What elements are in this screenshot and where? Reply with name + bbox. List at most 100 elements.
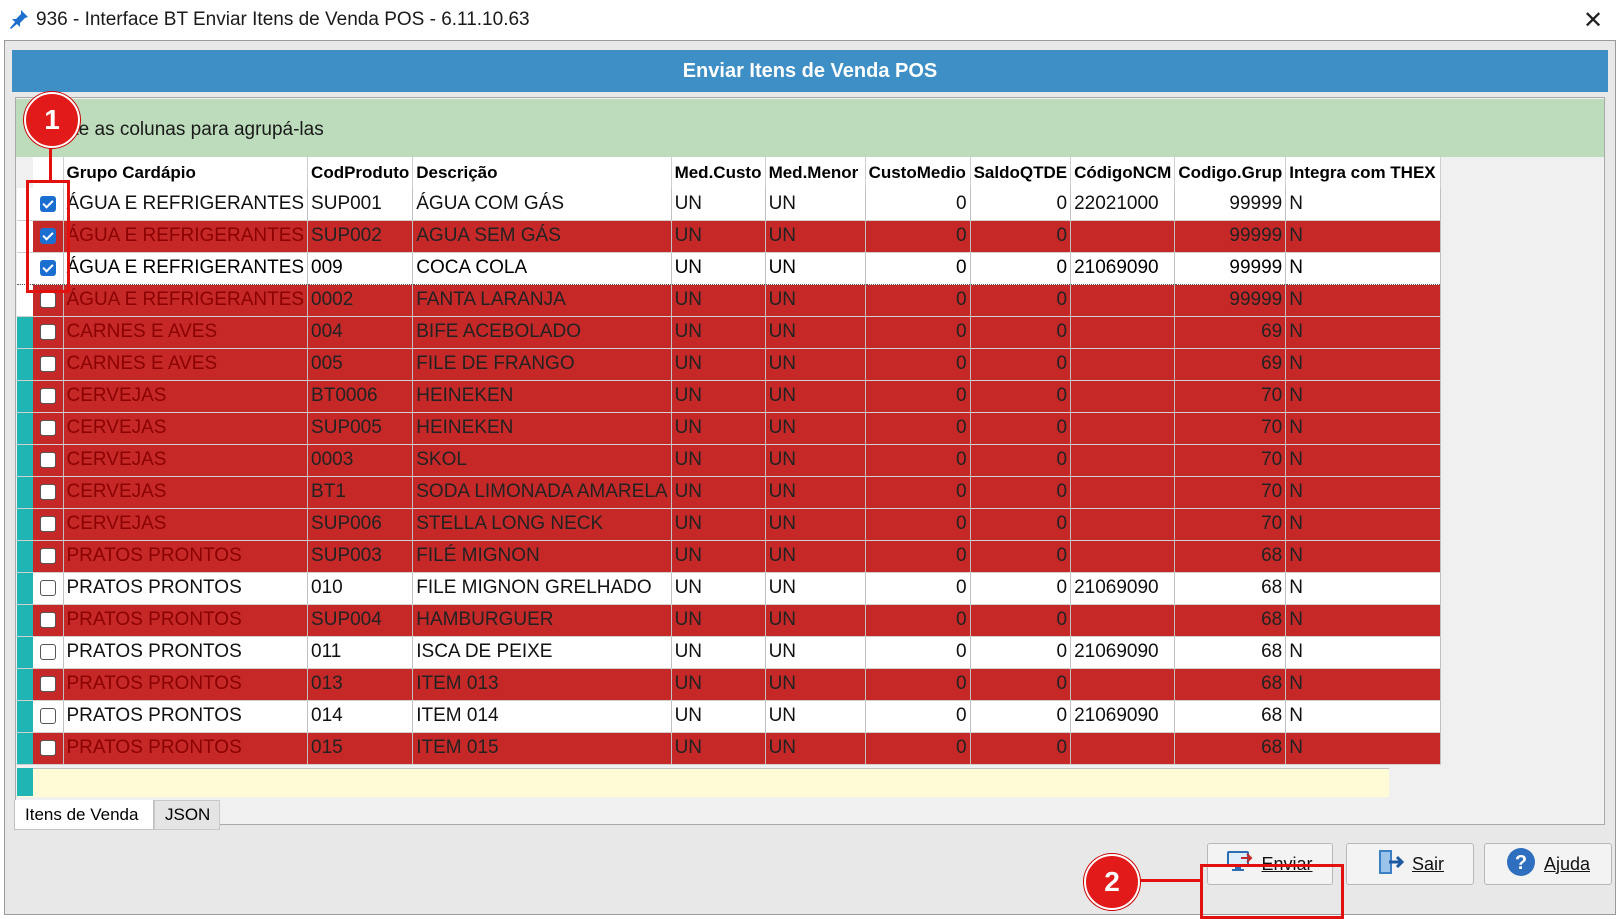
- cell-cgrup: 70: [1174, 444, 1287, 477]
- cell-cgrup: 99999: [1174, 220, 1287, 253]
- cell-medm: UN: [765, 476, 866, 509]
- table-row[interactable]: PRATOS PRONTOS 010 FILE MIGNON GRELHADO UN U…: [17, 572, 1442, 605]
- row-indicator: [17, 316, 33, 349]
- row-checkbox[interactable]: [39, 675, 56, 692]
- tab-itens-de-venda[interactable]: Itens de Venda: [14, 800, 154, 830]
- cell-grupo: PRATOS PRONTOS: [63, 636, 309, 669]
- row-indicator: [17, 348, 33, 381]
- cell-custo: 0: [865, 572, 971, 605]
- row-checkbox[interactable]: [39, 643, 56, 660]
- cell-ncm: 21069090: [1070, 251, 1176, 285]
- row-checkbox[interactable]: [39, 483, 56, 500]
- table-row[interactable]: CERVEJAS BT0006 HEINEKEN UN UN 0 0 70 N: [17, 380, 1442, 413]
- close-button[interactable]: ✕: [1566, 0, 1620, 40]
- cell-grupo: PRATOS PRONTOS: [63, 572, 309, 605]
- table-row[interactable]: PRATOS PRONTOS 013 ITEM 013 UN UN 0 0 68 N: [17, 668, 1442, 701]
- cell-cgrup: 68: [1174, 604, 1287, 637]
- column-header-customedio[interactable]: CustoMedio: [865, 157, 971, 188]
- cell-ncm: [1070, 316, 1176, 349]
- row-checkbox[interactable]: [39, 451, 56, 468]
- table-row[interactable]: CERVEJAS SUP005 HEINEKEN UN UN 0 0 70 N: [17, 412, 1442, 445]
- table-row[interactable]: PRATOS PRONTOS SUP004 HAMBURGUER UN UN 0 0 68 N: [17, 604, 1442, 637]
- cell-cod: SUP005: [307, 412, 414, 445]
- cell-saldo: 0: [970, 380, 1072, 413]
- tab-json[interactable]: JSON: [154, 800, 220, 830]
- cell-cgrup: 99999: [1174, 284, 1287, 317]
- cell-saldo: 0: [970, 444, 1072, 477]
- row-select-cell: [33, 604, 64, 637]
- annotation-box-enviar: [1200, 864, 1344, 919]
- sair-button[interactable]: Sair: [1346, 843, 1474, 885]
- row-checkbox[interactable]: [39, 291, 56, 308]
- table-row[interactable]: CERVEJAS SUP006 STELLA LONG NECK UN UN 0 0 70 N: [17, 508, 1442, 541]
- row-checkbox[interactable]: [39, 547, 56, 564]
- ajuda-button[interactable]: ? Ajuda: [1484, 843, 1612, 885]
- table-row[interactable]: CARNES E AVES 004 BIFE ACEBOLADO UN UN 0 0 69 N: [17, 316, 1442, 349]
- table-row[interactable]: ÁGUA E REFRIGERANTES SUP002 AGUA SEM GÁS UN…: [17, 220, 1442, 253]
- table-row[interactable]: PRATOS PRONTOS 011 ISCA DE PEIXE UN UN 0 0 2106…: [17, 636, 1442, 669]
- svg-text:?: ?: [1515, 852, 1527, 874]
- cell-cod: 009: [307, 251, 414, 285]
- table-row[interactable]: ÁGUA E REFRIGERANTES 0002 FANTA LARANJA UN U…: [17, 284, 1442, 317]
- row-checkbox[interactable]: [39, 323, 56, 340]
- row-select-cell: [33, 380, 64, 413]
- row-checkbox[interactable]: [39, 387, 56, 404]
- cell-cgrup: 68: [1174, 572, 1287, 605]
- column-header-descricao[interactable]: Descrição: [412, 157, 672, 188]
- cell-medm: UN: [765, 412, 866, 445]
- column-header-codigoncm[interactable]: CódigoNCM: [1070, 157, 1176, 188]
- row-indicator: [17, 604, 33, 637]
- table-row[interactable]: ÁGUA E REFRIGERANTES SUP001 ÁGUA COM GÁS UN…: [17, 188, 1442, 221]
- table-row[interactable]: CERVEJAS 0003 SKOL UN UN 0 0 70 N: [17, 444, 1442, 477]
- cell-ncm: [1070, 476, 1176, 509]
- row-checkbox[interactable]: [39, 579, 56, 596]
- table-row[interactable]: PRATOS PRONTOS 014 ITEM 014 UN UN 0 0 21069090 6…: [17, 700, 1442, 733]
- cell-desc: FILE DE FRANGO: [412, 348, 672, 381]
- cell-medc: UN: [671, 668, 766, 701]
- row-checkbox[interactable]: [39, 419, 56, 436]
- column-header-medcusto[interactable]: Med.Custo: [671, 157, 766, 188]
- row-indicator: [17, 508, 33, 541]
- row-select-cell: [33, 668, 64, 701]
- row-checkbox[interactable]: [39, 707, 56, 724]
- cell-cgrup: 70: [1174, 508, 1287, 541]
- cell-custo: 0: [865, 251, 971, 285]
- cell-medm: UN: [765, 604, 866, 637]
- row-checkbox[interactable]: [39, 739, 56, 756]
- column-header-codproduto[interactable]: CodProduto: [307, 157, 414, 188]
- cell-thex: N: [1285, 700, 1442, 733]
- table-row[interactable]: ÁGUA E REFRIGERANTES 009 COCA COLA UN UN 0 0 21…: [17, 251, 1442, 285]
- cell-medm: UN: [765, 251, 866, 285]
- row-select-cell: [33, 476, 64, 509]
- table-row[interactable]: CARNES E AVES 005 FILE DE FRANGO UN UN 0 0 69 N: [17, 348, 1442, 381]
- cell-desc: BIFE ACEBOLADO: [412, 316, 672, 349]
- cell-cgrup: 68: [1174, 540, 1287, 573]
- row-checkbox[interactable]: [39, 611, 56, 628]
- column-header-codigogrup[interactable]: Codigo.Grup: [1174, 157, 1287, 188]
- table-row[interactable]: CERVEJAS BT1 SODA LIMONADA AMARELA UN UN 0 0 70…: [17, 476, 1442, 509]
- cell-grupo: ÁGUA E REFRIGERANTES: [63, 220, 309, 253]
- annotation-box-checkboxes: [26, 180, 70, 293]
- cell-cod: 0002: [307, 284, 414, 317]
- row-checkbox[interactable]: [39, 355, 56, 372]
- row-indicator: [17, 732, 33, 765]
- row-indicator: [17, 444, 33, 477]
- cell-thex: N: [1285, 316, 1442, 349]
- cell-custo: 0: [865, 316, 971, 349]
- annotation-connector-1: [49, 145, 52, 181]
- table-row[interactable]: PRATOS PRONTOS 015 ITEM 015 UN UN 0 0 68 N: [17, 732, 1442, 765]
- cell-saldo: 0: [970, 508, 1072, 541]
- column-header-medmenor[interactable]: Med.Menor: [765, 157, 866, 188]
- table-row[interactable]: PRATOS PRONTOS SUP003 FILÉ MIGNON UN UN 0 0 68 N: [17, 540, 1442, 573]
- column-header-grupo[interactable]: Grupo Cardápio: [63, 157, 309, 188]
- cell-custo: 0: [865, 732, 971, 765]
- cell-cgrup: 69: [1174, 348, 1287, 381]
- cell-grupo: PRATOS PRONTOS: [63, 604, 309, 637]
- row-checkbox[interactable]: [39, 515, 56, 532]
- column-header-saldoqtde[interactable]: SaldoQTDE: [970, 157, 1072, 188]
- cell-cod: SUP002: [307, 220, 414, 253]
- row-select-cell: [33, 316, 64, 349]
- cell-thex: N: [1285, 348, 1442, 381]
- column-header-integra-thex[interactable]: Integra com THEX: [1285, 157, 1442, 188]
- cell-medm: UN: [765, 220, 866, 253]
